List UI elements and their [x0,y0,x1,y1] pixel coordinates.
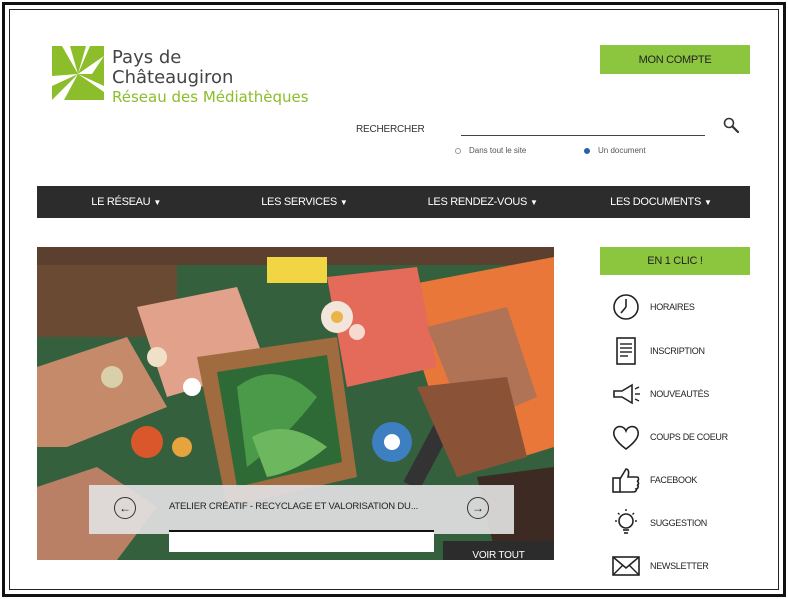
megaphone-icon [613,383,640,405]
quick-link-nouveautes[interactable]: NOUVEAUTÉS [610,379,709,409]
quick-link-label: FACEBOOK [650,475,698,485]
search-input[interactable] [461,120,705,136]
radio-label: Un document [598,146,646,155]
nav-label: LES DOCUMENTS [610,196,701,208]
caret-down-icon: ▼ [530,197,538,207]
quick-link-inscription[interactable]: INSCRIPTION [610,336,705,366]
quick-link-label: INSCRIPTION [650,346,705,356]
logo-subtitle: Réseau des Médiathèques [112,88,309,106]
nav-label: LES RENDEZ-VOUS [427,196,528,208]
next-arrow-icon[interactable]: → [467,497,489,519]
quick-link-coups-de-coeur[interactable]: COUPS DE COEUR [610,422,728,452]
clock-icon [613,294,639,320]
main-nav: LE RÉSEAU ▼ LES SERVICES ▼ LES RENDEZ-VOUS… [37,186,750,218]
my-account-button[interactable]: MON COMPTE [600,45,750,74]
site-logo[interactable]: Pays de Châteaugiron Réseau des Médiathè… [52,46,309,105]
search-label: RECHERCHER [356,124,425,135]
nav-item-services[interactable]: LES SERVICES ▼ [215,186,393,218]
thumbs-up-icon [612,468,640,493]
quick-link-label: NEWSLETTER [650,561,709,571]
nav-label: LE RÉSEAU [91,196,151,208]
form-icon [616,337,636,365]
caret-down-icon: ▼ [153,197,161,207]
previous-arrow-icon[interactable]: ← [114,497,136,519]
carousel-caption: ← ATELIER CRÉATIF - RECYCLAGE ET VALORIS… [89,485,514,534]
nav-item-documents[interactable]: LES DOCUMENTS ▼ [572,186,750,218]
caret-down-icon: ▼ [703,197,712,207]
logo-title-line2: Châteaugiron [112,67,234,88]
quick-link-newsletter[interactable]: NEWSLETTER [610,551,709,581]
radio-button[interactable] [455,147,461,154]
quick-link-label: SUGGESTION [650,518,708,528]
nav-label: LES SERVICES [261,196,337,208]
quick-link-facebook[interactable]: FACEBOOK [610,465,697,495]
search-icon[interactable] [722,116,740,134]
heart-icon [612,425,640,451]
quick-link-label: HORAIRES [650,302,695,312]
radio-button-selected[interactable] [584,147,590,154]
quick-link-horaires[interactable]: HORAIRES [610,292,695,322]
quick-link-label: COUPS DE COEUR [650,432,728,442]
hero-carousel[interactable]: ← ATELIER CRÉATIF - RECYCLAGE ET VALORIS… [37,247,554,560]
envelope-icon [612,556,640,576]
radio-label: Dans tout le site [469,146,527,155]
radio-whole-site[interactable]: Dans tout le site [455,146,526,155]
carousel-caption-text[interactable]: ATELIER CRÉATIF - RECYCLAGE ET VALORISAT… [169,501,418,512]
nav-item-rendez-vous[interactable]: LES RENDEZ-VOUS ▼ [394,186,572,218]
caption-progress-area [169,532,434,552]
logo-title-line1: Pays de [112,47,182,68]
quick-link-suggestion[interactable]: SUGGESTION [610,508,707,538]
logo-mark-icon [52,46,104,100]
page-frame: Pays de Châteaugiron Réseau des Médiathè… [9,9,779,590]
nav-item-reseau[interactable]: LE RÉSEAU ▼ [37,186,215,218]
quick-link-label: NOUVEAUTÉS [650,389,710,399]
quick-links-title: EN 1 CLIC ! [600,247,750,275]
radio-document[interactable]: Un document [584,146,646,155]
lightbulb-icon [615,509,637,534]
see-all-button[interactable]: VOIR TOUT [443,541,554,560]
caret-down-icon: ▼ [339,197,348,207]
